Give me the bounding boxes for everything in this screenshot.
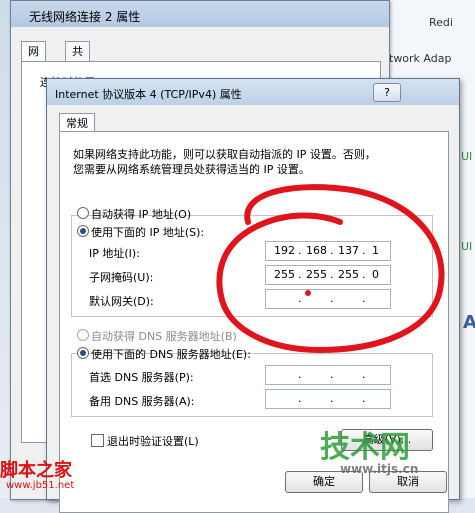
annotation-dot xyxy=(305,290,311,296)
watermark-itjs-url: www.itjs.cn xyxy=(340,462,419,476)
watermark-itjs: 技术网 xyxy=(320,430,410,465)
annotation-loop xyxy=(216,184,445,354)
watermark-jb51-url: www.jb51.net xyxy=(6,480,75,491)
watermark-jb51: 脚本之家 xyxy=(0,460,72,481)
